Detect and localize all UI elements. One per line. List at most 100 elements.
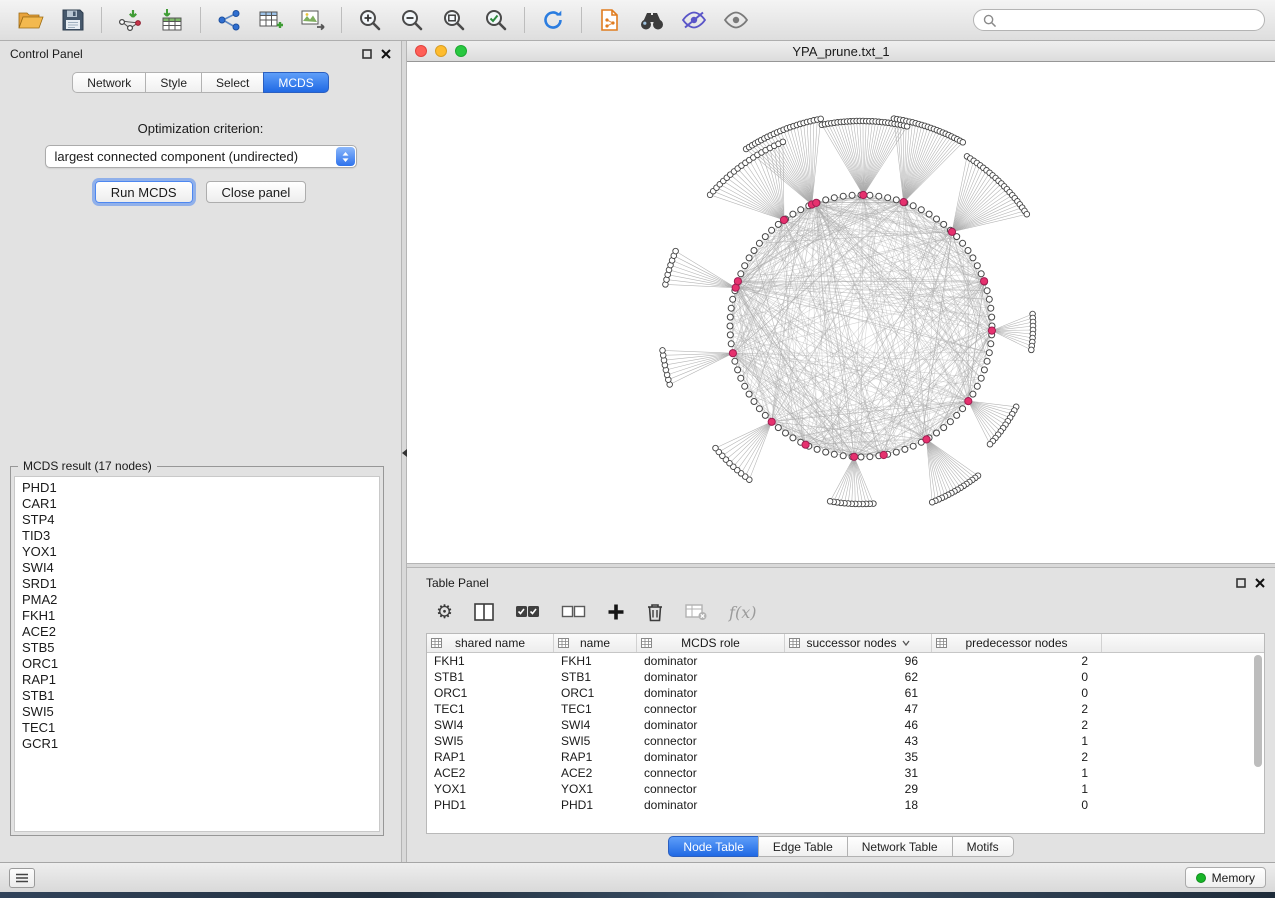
- network-node[interactable]: [746, 391, 752, 397]
- network-edge[interactable]: [927, 439, 970, 482]
- network-hub-node[interactable]: [734, 278, 741, 285]
- mcds-result-item[interactable]: SWI4: [22, 560, 372, 576]
- mcds-result-item[interactable]: STB1: [22, 688, 372, 704]
- network-node[interactable]: [989, 314, 995, 320]
- network-node[interactable]: [918, 207, 924, 213]
- network-node[interactable]: [981, 367, 987, 373]
- network-edge[interactable]: [952, 163, 977, 232]
- add-column-button[interactable]: [607, 603, 625, 621]
- import-network-button[interactable]: [109, 3, 151, 37]
- network-hub-node[interactable]: [802, 441, 809, 448]
- network-hub-node[interactable]: [981, 278, 988, 285]
- float-panel-button[interactable]: [362, 49, 372, 59]
- network-edge[interactable]: [952, 232, 989, 299]
- close-table-panel-button[interactable]: [1255, 578, 1265, 588]
- network-node[interactable]: [732, 358, 738, 364]
- network-edge[interactable]: [952, 208, 1022, 232]
- network-node[interactable]: [728, 341, 734, 347]
- column-header-shared-name[interactable]: shared name: [427, 634, 554, 652]
- network-node[interactable]: [926, 211, 932, 217]
- network-edge[interactable]: [717, 188, 785, 220]
- network-node[interactable]: [954, 412, 960, 418]
- network-edge[interactable]: [992, 318, 1033, 331]
- tab-select[interactable]: Select: [201, 72, 263, 93]
- network-hub-node[interactable]: [965, 398, 972, 405]
- refresh-view-button[interactable]: [532, 3, 574, 37]
- mcds-result-item[interactable]: PHD1: [22, 480, 372, 496]
- hide-details-button[interactable]: [673, 3, 715, 37]
- new-table-button[interactable]: [250, 3, 292, 37]
- network-edge[interactable]: [668, 353, 733, 380]
- network-leaf-node[interactable]: [929, 499, 935, 505]
- save-session-button[interactable]: [52, 3, 94, 37]
- network-node[interactable]: [858, 454, 864, 460]
- network-node[interactable]: [831, 451, 837, 457]
- scrollbar-thumb[interactable]: [1254, 655, 1262, 767]
- table-row[interactable]: FKH1FKH1dominator962: [427, 653, 1264, 669]
- network-edge[interactable]: [670, 353, 733, 384]
- network-hub-node[interactable]: [780, 216, 787, 223]
- network-node[interactable]: [867, 454, 873, 460]
- table-row[interactable]: SWI4SWI4dominator462: [427, 717, 1264, 733]
- network-node[interactable]: [974, 383, 980, 389]
- network-node[interactable]: [823, 197, 829, 203]
- table-settings-button[interactable]: ⚙: [436, 603, 453, 622]
- table-row[interactable]: SWI5SWI5connector431: [427, 733, 1264, 749]
- status-menu-button[interactable]: [9, 868, 35, 888]
- tab-node-table[interactable]: Node Table: [668, 836, 758, 857]
- mcds-result-item[interactable]: ACE2: [22, 624, 372, 640]
- network-node[interactable]: [988, 305, 994, 311]
- network-edge[interactable]: [992, 331, 1032, 346]
- network-node[interactable]: [738, 375, 744, 381]
- network-node[interactable]: [974, 263, 980, 269]
- network-node[interactable]: [730, 296, 736, 302]
- mcds-result-item[interactable]: CAR1: [22, 496, 372, 512]
- table-scrollbar[interactable]: [1253, 654, 1263, 832]
- network-node[interactable]: [984, 288, 990, 294]
- network-node[interactable]: [910, 203, 916, 209]
- tab-mcds[interactable]: MCDS: [263, 72, 328, 93]
- network-leaf-node[interactable]: [818, 116, 824, 122]
- network-node[interactable]: [849, 192, 855, 198]
- network-edge[interactable]: [834, 123, 863, 195]
- network-node[interactable]: [823, 449, 829, 455]
- network-hub-node[interactable]: [813, 199, 820, 206]
- export-image-button[interactable]: [292, 3, 334, 37]
- network-node[interactable]: [756, 406, 762, 412]
- network-edge[interactable]: [745, 422, 772, 477]
- network-edge[interactable]: [894, 119, 904, 203]
- run-mcds-button[interactable]: Run MCDS: [95, 181, 193, 203]
- network-edge[interactable]: [713, 191, 784, 220]
- mcds-result-item[interactable]: FKH1: [22, 608, 372, 624]
- network-canvas[interactable]: [407, 62, 1275, 563]
- network-edge[interactable]: [904, 133, 943, 203]
- network-node[interactable]: [984, 358, 990, 364]
- network-node[interactable]: [960, 240, 966, 246]
- network-leaf-node[interactable]: [987, 441, 993, 447]
- mcds-result-item[interactable]: SRD1: [22, 576, 372, 592]
- unselect-all-button[interactable]: [561, 603, 586, 621]
- mcds-result-item[interactable]: ORC1: [22, 656, 372, 672]
- network-node[interactable]: [970, 391, 976, 397]
- network-node[interactable]: [947, 419, 953, 425]
- close-panel-button[interactable]: Close panel: [206, 181, 307, 203]
- table-row[interactable]: ACE2ACE2connector311: [427, 765, 1264, 781]
- mcds-result-item[interactable]: TID3: [22, 528, 372, 544]
- new-network-button[interactable]: [208, 3, 250, 37]
- mcds-result-item[interactable]: SWI5: [22, 704, 372, 720]
- mcds-result-item[interactable]: YOX1: [22, 544, 372, 560]
- network-edge[interactable]: [663, 350, 733, 353]
- network-edge[interactable]: [854, 457, 873, 504]
- network-node[interactable]: [893, 449, 899, 455]
- network-edge[interactable]: [854, 457, 866, 504]
- network-edge[interactable]: [733, 353, 989, 354]
- show-column-button[interactable]: [474, 603, 494, 621]
- network-edge[interactable]: [738, 214, 793, 281]
- mcds-result-item[interactable]: STP4: [22, 512, 372, 528]
- table-row[interactable]: PHD1PHD1dominator180: [427, 797, 1264, 813]
- network-edge[interactable]: [968, 401, 990, 444]
- network-node[interactable]: [941, 221, 947, 227]
- close-panel-icon-button[interactable]: [381, 49, 391, 59]
- network-hub-node[interactable]: [880, 451, 887, 458]
- network-edge[interactable]: [968, 401, 1003, 428]
